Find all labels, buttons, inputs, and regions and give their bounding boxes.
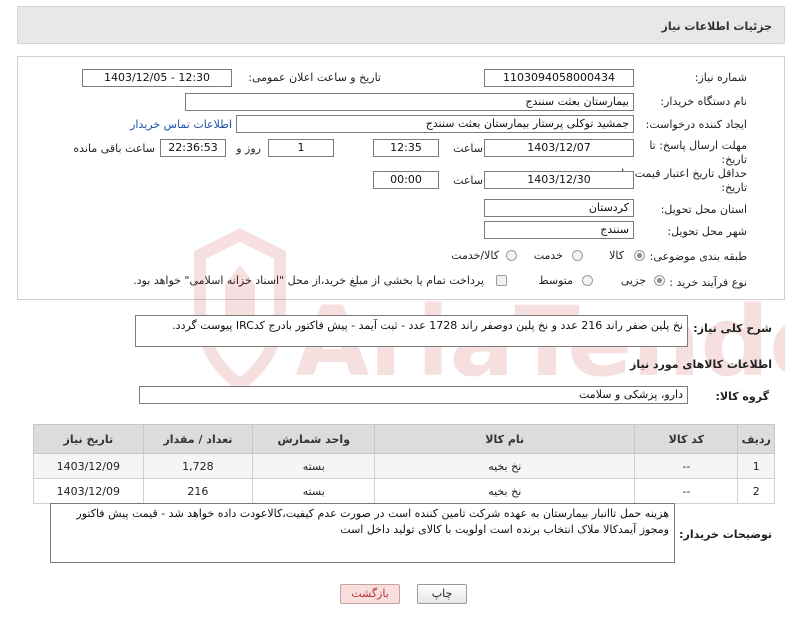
validity-time-label: ساعت bbox=[453, 174, 483, 187]
category-service-radio[interactable] bbox=[572, 250, 583, 261]
validity-time-field: 00:00 bbox=[373, 171, 439, 189]
contact-info-link[interactable]: اطلاعات تماس خریدار bbox=[130, 118, 232, 131]
cell-unit: بسته bbox=[252, 453, 376, 479]
category-label: طبقه بندی موضوعی: bbox=[649, 250, 747, 263]
col-goods-name: نام کالا bbox=[374, 424, 636, 454]
goods-section-title: اطلاعات کالاهای مورد نیاز bbox=[630, 358, 772, 371]
deadline-time-field: 12:35 bbox=[373, 139, 439, 157]
back-button[interactable]: بازگشت bbox=[340, 584, 400, 604]
process-label: نوع فرآیند خرید : bbox=[669, 276, 747, 289]
city-field: سنندج bbox=[484, 221, 634, 239]
goods-group-label: گروه کالا: bbox=[715, 390, 769, 403]
category-goods-radio[interactable] bbox=[634, 250, 645, 261]
col-unit: واحد شمارش bbox=[252, 424, 376, 454]
requester-label: ایجاد کننده درخواست: bbox=[645, 118, 747, 131]
summary-label: شرح کلی نیاز: bbox=[693, 322, 772, 335]
cell-need-date: 1403/12/09 bbox=[33, 453, 144, 479]
col-need-date: تاریخ نیاز bbox=[33, 424, 144, 454]
announce-date-field: 1403/12/05 - 12:30 bbox=[82, 69, 232, 87]
treasury-checkbox[interactable] bbox=[496, 275, 507, 286]
cell-need-date: 1403/12/09 bbox=[33, 478, 144, 504]
cell-goods-code: -- bbox=[634, 453, 739, 479]
requester-field: جمشید توکلی پرستار بیمارستان بعثت سنندج bbox=[236, 115, 634, 133]
col-quantity: تعداد / مقدار bbox=[142, 424, 254, 454]
print-button[interactable]: چاپ bbox=[417, 584, 467, 604]
cell-goods-code: -- bbox=[634, 478, 739, 504]
deadline-date-field: 1403/12/07 bbox=[484, 139, 634, 157]
remaining-time-field: 22:36:53 bbox=[160, 139, 226, 157]
category-both-radio[interactable] bbox=[506, 250, 517, 261]
goods-table-header-row: ردیف کد کالا نام کالا واحد شمارش تعداد /… bbox=[33, 424, 775, 454]
cell-quantity: 216 bbox=[142, 478, 254, 504]
category-service-label: خدمت bbox=[533, 249, 563, 262]
process-minor-label: جزیی bbox=[620, 274, 646, 287]
treasury-text: پرداخت تمام یا بخشی از مبلغ خرید،از محل … bbox=[133, 274, 484, 287]
cell-unit: بسته bbox=[252, 478, 376, 504]
deadline-label: مهلت ارسال پاسخ: تا تاریخ: bbox=[649, 139, 747, 166]
table-row: 1 -- نخ بخیه بسته 1,728 1403/12/09 bbox=[33, 453, 775, 479]
cell-goods-name: نخ بخیه bbox=[374, 478, 636, 504]
process-medium-label: متوسط bbox=[538, 274, 573, 287]
city-label: شهر محل تحویل: bbox=[667, 225, 747, 238]
cell-row-number: 1 bbox=[737, 453, 775, 479]
need-number-field: 1103094058000434 bbox=[484, 69, 634, 87]
validity-date-field: 1403/12/30 bbox=[484, 171, 634, 189]
buyer-notes-label: توضیحات خریدار: bbox=[679, 528, 772, 541]
remaining-time-label: ساعت باقی مانده bbox=[73, 142, 155, 155]
process-minor-radio[interactable] bbox=[654, 275, 665, 286]
page-title: جزئیات اطلاعات نیاز bbox=[661, 20, 773, 33]
days-label: روز و bbox=[236, 142, 261, 155]
goods-table-wrapper: ردیف کد کالا نام کالا واحد شمارش تعداد /… bbox=[33, 424, 775, 504]
cell-quantity: 1,728 bbox=[142, 453, 254, 479]
days-field: 1 bbox=[268, 139, 334, 157]
cell-goods-name: نخ بخیه bbox=[374, 453, 636, 479]
summary-textarea: نخ پلین صفر راند 216 عدد و نخ پلین دوصفر… bbox=[135, 315, 688, 347]
col-row-number: ردیف bbox=[737, 424, 775, 454]
goods-table: ردیف کد کالا نام کالا واحد شمارش تعداد /… bbox=[33, 424, 775, 504]
category-goods-label: کالا bbox=[609, 249, 624, 262]
buyer-notes-textarea: هزینه حمل تاانبار بیمارستان به عهده شرکت… bbox=[50, 503, 675, 563]
deadline-time-label: ساعت bbox=[453, 142, 483, 155]
col-goods-code: کد کالا bbox=[634, 424, 739, 454]
goods-group-field: دارو، پزشکی و سلامت bbox=[139, 386, 688, 404]
province-label: استان محل تحویل: bbox=[660, 203, 747, 216]
table-row: 2 -- نخ بخیه بسته 216 1403/12/09 bbox=[33, 478, 775, 504]
need-number-label: شماره نیاز: bbox=[694, 71, 747, 84]
buyer-org-label: نام دستگاه خریدار: bbox=[660, 95, 747, 108]
province-field: کردستان bbox=[484, 199, 634, 217]
category-both-label: کالا/خدمت bbox=[451, 249, 499, 262]
buyer-org-field: بیمارستان بعثت سنندج bbox=[185, 93, 634, 111]
process-medium-radio[interactable] bbox=[582, 275, 593, 286]
page-header: جزئیات اطلاعات نیاز bbox=[17, 6, 785, 44]
announce-date-label: تاریخ و ساعت اعلان عمومی: bbox=[248, 71, 381, 84]
cell-row-number: 2 bbox=[737, 478, 775, 504]
